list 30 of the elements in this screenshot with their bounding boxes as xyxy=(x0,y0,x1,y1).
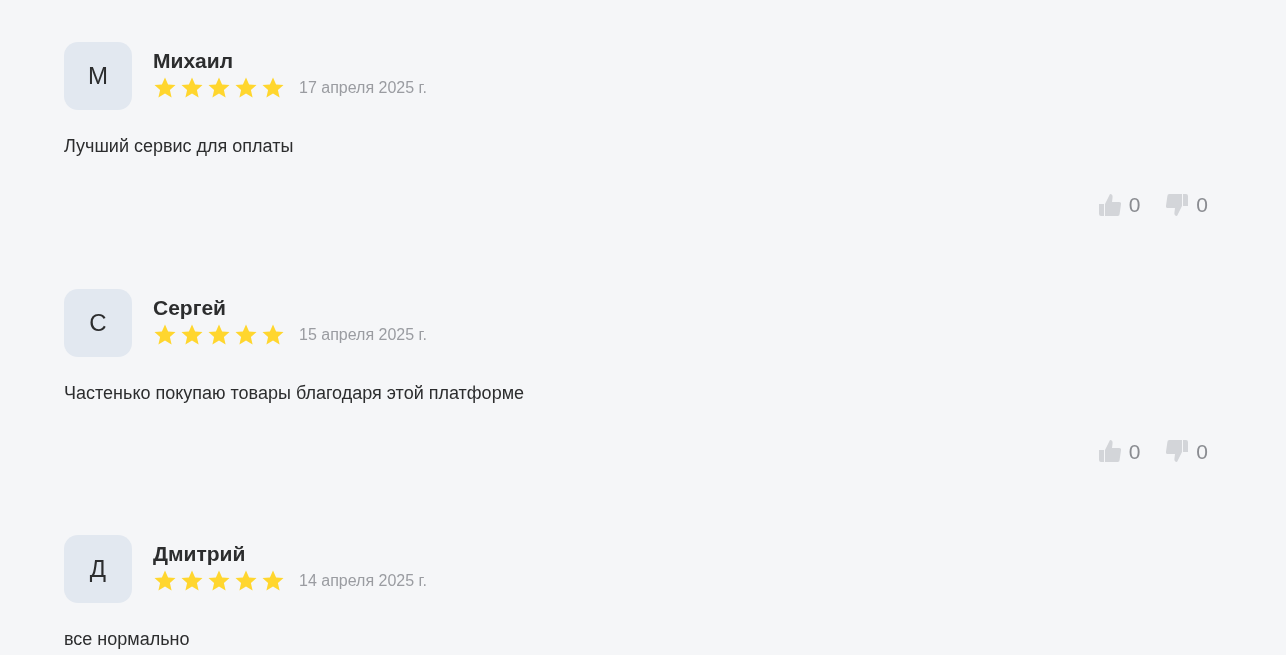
avatar: С xyxy=(64,288,132,357)
star-icon xyxy=(234,76,258,100)
like-button[interactable]: 0 xyxy=(1096,435,1141,467)
reviewer-name: Сергей xyxy=(153,294,227,321)
thumbs-down-icon xyxy=(1164,191,1191,218)
dislike-button[interactable]: 0 xyxy=(1164,435,1208,467)
review-text: Лучший сервис для оплаты xyxy=(64,136,294,156)
dislike-button[interactable]: 0 xyxy=(1164,189,1208,221)
star-icon xyxy=(207,569,231,593)
reviewer-name: Дмитрий xyxy=(153,541,247,567)
review-text: все нормально xyxy=(64,629,190,649)
like-button[interactable]: 0 xyxy=(1096,189,1141,221)
star-icon xyxy=(180,76,204,100)
star-icon xyxy=(234,569,258,593)
star-icon xyxy=(153,569,177,593)
star-icon xyxy=(261,569,285,593)
avatar: М xyxy=(64,42,132,110)
review-date: 14 апреля 2025 г. xyxy=(299,571,427,591)
thumbs-down-icon xyxy=(1164,438,1191,465)
thumbs-up-icon xyxy=(1096,438,1123,465)
thumbs-up-icon xyxy=(1096,191,1123,218)
review-date: 17 апреля 2025 г. xyxy=(299,78,427,98)
star-icon xyxy=(261,76,285,100)
star-icon xyxy=(207,76,231,100)
avatar: Д xyxy=(64,535,132,603)
review-text: Частенько покупаю товары благодаря этой платформе xyxy=(64,382,525,403)
star-icon xyxy=(153,76,177,100)
review-date: 15 апреля 2025 г. xyxy=(299,324,427,345)
reviewer-name: Михаил xyxy=(153,48,234,74)
star-icon xyxy=(180,569,204,593)
